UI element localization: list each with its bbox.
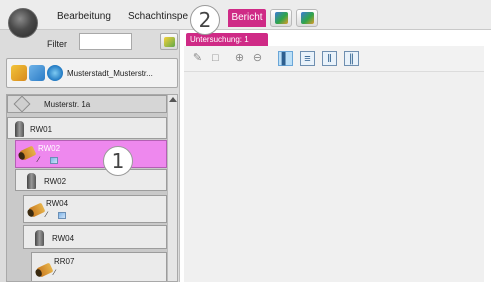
image-icon: [50, 157, 58, 164]
full-page-icon[interactable]: ∥: [344, 51, 359, 66]
tree-item-rr07-pipe[interactable]: RR07 ∕: [31, 252, 167, 281]
project-bar[interactable]: Musterstadt_Musterstr...: [6, 58, 178, 88]
tree-item-rw04-pipe[interactable]: RW04 ∕: [23, 195, 167, 223]
toolbar-icon-1[interactable]: [270, 9, 292, 27]
two-page-icon[interactable]: ≡: [300, 51, 315, 66]
filter-label: Filter: [47, 39, 67, 49]
camera-icon: ∕: [46, 210, 48, 219]
report-preview-area: [184, 72, 484, 282]
callout-1: 1: [103, 146, 133, 176]
tree-item-label: RW02: [38, 144, 61, 153]
menu-schachtinspektion[interactable]: Schachtinspe: [128, 11, 188, 22]
tree-item-rw02-selected[interactable]: RW02 ∕: [15, 140, 167, 168]
toolbar-icon-2[interactable]: [296, 9, 318, 27]
zoom-out-icon[interactable]: ⊖: [250, 51, 265, 66]
tree-item-label: RW04: [46, 199, 69, 208]
edit-icon[interactable]: [11, 65, 27, 81]
shaft-icon: [15, 121, 24, 137]
tree-item-rw04[interactable]: RW04: [23, 225, 167, 249]
tab-untersuchung[interactable]: Untersuchung: 1: [186, 33, 268, 46]
single-page-icon[interactable]: ▌: [278, 51, 293, 66]
filter-input[interactable]: [79, 33, 132, 50]
camera-icon: ∕: [54, 268, 56, 277]
filter-icon: [164, 37, 175, 47]
pipe-icon: [36, 262, 54, 278]
menu-bearbeitung[interactable]: Bearbeitung: [57, 11, 111, 22]
menu-bar: Bearbeitung Schachtinspe Bericht: [0, 0, 491, 30]
shaft-icon: [27, 173, 36, 189]
app-menu-button[interactable]: [8, 8, 38, 38]
tree-item-rw02[interactable]: RW02: [15, 169, 167, 191]
pipe-icon: [19, 145, 37, 161]
pen-icon[interactable]: ✎: [190, 51, 205, 66]
left-panel: Filter Musterstadt_Musterstr... Musterst…: [0, 30, 180, 282]
page-width-icon[interactable]: ‖: [322, 51, 337, 66]
street-icon: [13, 95, 31, 113]
callout-2: 2: [190, 5, 220, 35]
shaft-icon: [35, 230, 44, 246]
project-icon[interactable]: [29, 65, 45, 81]
tree-item-label: RW04: [52, 234, 75, 243]
tree-item-label: RR07: [54, 257, 75, 266]
tree-scrollbar[interactable]: [167, 95, 177, 281]
tree-item-label: RW01: [30, 125, 53, 134]
tree-item-rw01[interactable]: RW01: [7, 117, 167, 139]
tree-street-node[interactable]: Musterstr. 1a: [7, 95, 167, 113]
report-icon: [275, 12, 288, 24]
scroll-up-icon[interactable]: [169, 97, 177, 102]
page-icon[interactable]: □: [208, 51, 223, 66]
filter-apply-button[interactable]: [160, 33, 178, 50]
tree-item-label: RW02: [44, 177, 67, 186]
tree-street-label: Musterstr. 1a: [44, 100, 91, 109]
report-export-icon: [301, 12, 314, 24]
refresh-icon[interactable]: [47, 65, 63, 81]
project-label: Musterstadt_Musterstr...: [67, 69, 153, 78]
pipe-icon: [28, 202, 46, 218]
zoom-in-icon[interactable]: ⊕: [232, 51, 247, 66]
object-tree: Musterstr. 1a RW01 RW02 ∕ RW02 RW04 ∕ RW…: [6, 94, 178, 282]
camera-icon: ∕: [38, 155, 40, 164]
tab-bericht[interactable]: Bericht: [228, 9, 266, 27]
report-toolbar: ✎ □ ⊕ ⊖ ▌ ≡ ‖ ∥: [184, 46, 484, 72]
image-icon: [58, 212, 66, 219]
